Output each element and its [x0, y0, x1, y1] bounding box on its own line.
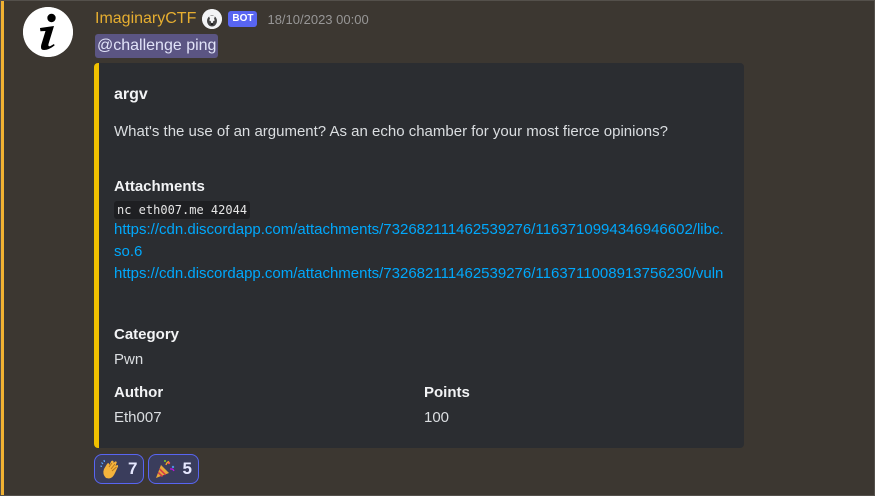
message-header: ImaginaryCTF BOT 18/10/2023 00:00: [95, 7, 369, 31]
avatar[interactable]: [23, 7, 73, 57]
embed-description: What's the use of an argument? As an ech…: [114, 123, 668, 140]
field-name-points: Points: [424, 384, 470, 401]
badger-icon: [202, 9, 223, 29]
chat-message: ImaginaryCTF BOT 18/10/2023 00:00 @chall…: [0, 0, 875, 496]
role-mention[interactable]: @challenge ping: [95, 34, 219, 58]
embed-accent-bar: [94, 63, 99, 448]
field-name-category: Category: [114, 326, 180, 343]
message-timestamp: 18/10/2023 00:00: [267, 11, 369, 27]
reaction-count-party: 5: [182, 459, 192, 478]
highlight-accent-bar: [1, 1, 4, 495]
challenge-embed: argv What's the use of an argument? As a…: [94, 63, 744, 448]
field-points: Points 100: [424, 383, 470, 429]
field-value-category: Pwn: [114, 351, 144, 368]
attachment-link-vuln[interactable]: https://cdn.discordapp.com/attachments/7…: [114, 263, 724, 285]
attachment-link-libc[interactable]: https://cdn.discordapp.com/attachments/7…: [114, 219, 724, 263]
reaction-count-clap: 7: [128, 459, 138, 478]
field-attachments: Attachments nc eth007.me 42044 https://c…: [114, 177, 724, 285]
field-name-attachments: Attachments: [114, 178, 205, 195]
reaction-clap[interactable]: 7: [94, 454, 145, 484]
bot-tag: BOT: [228, 11, 258, 27]
clapping-hands-icon: [100, 459, 119, 479]
party-popper-icon: [156, 460, 176, 478]
field-category: Category Pwn: [114, 325, 179, 371]
field-name-author: Author: [114, 384, 164, 401]
field-value-author: Eth007: [114, 409, 162, 426]
embed-title: argv: [114, 86, 148, 103]
field-author: Author Eth007: [114, 383, 163, 429]
info-letter-icon: [23, 7, 73, 57]
reaction-party[interactable]: 5: [148, 454, 199, 484]
reactions-bar: 7 5: [94, 454, 199, 484]
field-value-points: 100: [424, 409, 450, 426]
author-name[interactable]: ImaginaryCTF: [95, 10, 196, 28]
connection-command: nc eth007.me 42044: [114, 201, 251, 219]
